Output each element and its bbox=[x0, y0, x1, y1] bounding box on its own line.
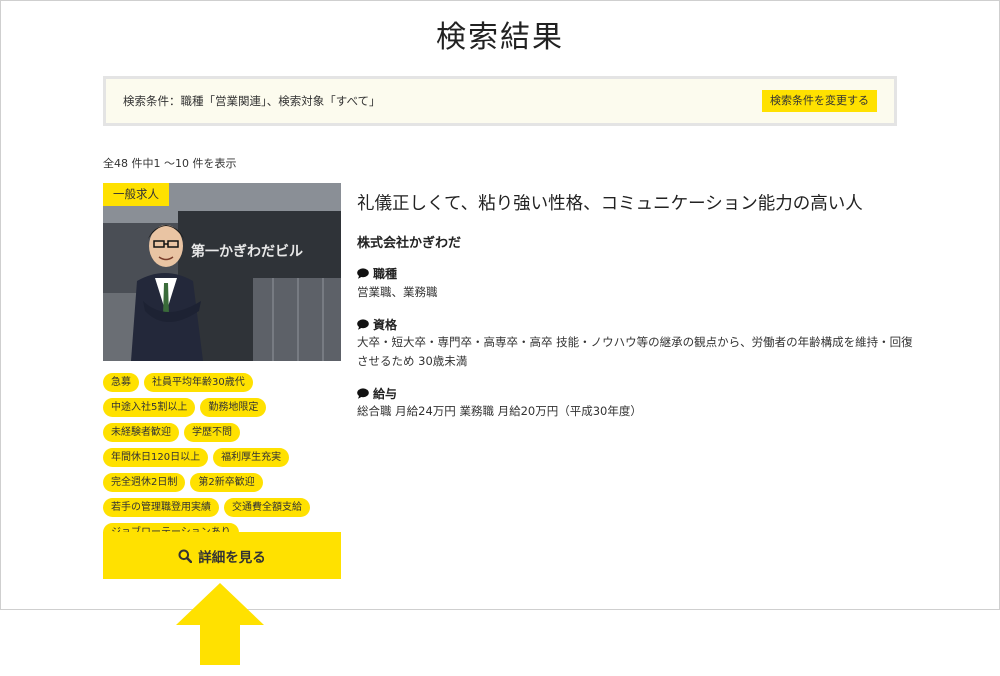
search-conditions-text: 検索条件：職種「営業関連」、検索対象「すべて」 bbox=[123, 94, 381, 108]
salary-text: 総合職 月給24万円 業務職 月給20万円（平成30年度） bbox=[357, 404, 642, 418]
job-tag: 交通費全額支給 bbox=[224, 498, 310, 517]
occupation-label: 職種 bbox=[373, 267, 398, 281]
building-sign-text: 第一かぎわだビル bbox=[191, 243, 303, 260]
speech-bubble-icon bbox=[357, 268, 369, 279]
job-tag: 福利厚生充実 bbox=[213, 448, 290, 467]
job-type-badge: 一般求人 bbox=[103, 183, 169, 206]
photo-illustration: 第一かぎわだビル bbox=[103, 183, 341, 361]
job-tag: 社員平均年齢30歳代 bbox=[144, 373, 253, 392]
company-name: 株式会社かぎわだ bbox=[357, 236, 462, 251]
occupation-text: 営業職、業務職 bbox=[357, 285, 438, 299]
job-title[interactable]: 礼儀正しくて、粘り強い性格、コミュニケーション能力の高い人 bbox=[357, 190, 863, 215]
salary-heading: 給与 bbox=[357, 385, 397, 402]
job-tag: 第2新卒歓迎 bbox=[190, 473, 263, 492]
speech-bubble-icon bbox=[357, 319, 369, 330]
job-tag: 若手の管理職登用実績 bbox=[103, 498, 219, 517]
change-conditions-button[interactable]: 検索条件を変更する bbox=[762, 90, 877, 112]
job-tag: 完全週休2日制 bbox=[103, 473, 186, 492]
occupation-heading: 職種 bbox=[357, 265, 397, 282]
job-tag: 未経験者歓迎 bbox=[103, 423, 179, 442]
job-tag: 中途入社5割以上 bbox=[103, 398, 196, 417]
search-icon bbox=[178, 549, 193, 563]
page-title: 検索結果 bbox=[436, 20, 564, 55]
job-tags: 急募 社員平均年齢30歳代 中途入社5割以上 勤務地限定 未経験者歓迎 学歴不問… bbox=[103, 373, 343, 548]
view-details-label: 詳細を見る bbox=[198, 549, 266, 566]
up-arrow-icon bbox=[176, 583, 264, 665]
qualification-text: 大卒・短大卒・専門卒・高専卒・高卒 技能・ノウハウ等の継承の観点から、労働者の年… bbox=[357, 335, 913, 368]
search-conditions-box: 検索条件：職種「営業関連」、検索対象「すべて」 検索条件を変更する bbox=[103, 76, 897, 126]
qualification-label: 資格 bbox=[373, 318, 398, 332]
job-tag: 学歴不問 bbox=[184, 423, 240, 442]
speech-bubble-icon bbox=[357, 388, 369, 399]
qualification-heading: 資格 bbox=[357, 316, 397, 333]
salary-label: 給与 bbox=[373, 387, 398, 401]
job-tag: 勤務地限定 bbox=[200, 398, 267, 417]
job-photo: 第一かぎわだビル 一般求人 bbox=[103, 183, 341, 361]
result-count: 全48 件中1 〜10 件を表示 bbox=[103, 157, 237, 170]
job-tag: 年間休日120日以上 bbox=[103, 448, 209, 467]
job-tag: 急募 bbox=[103, 373, 139, 392]
view-details-button[interactable]: 詳細を見る bbox=[103, 532, 341, 579]
